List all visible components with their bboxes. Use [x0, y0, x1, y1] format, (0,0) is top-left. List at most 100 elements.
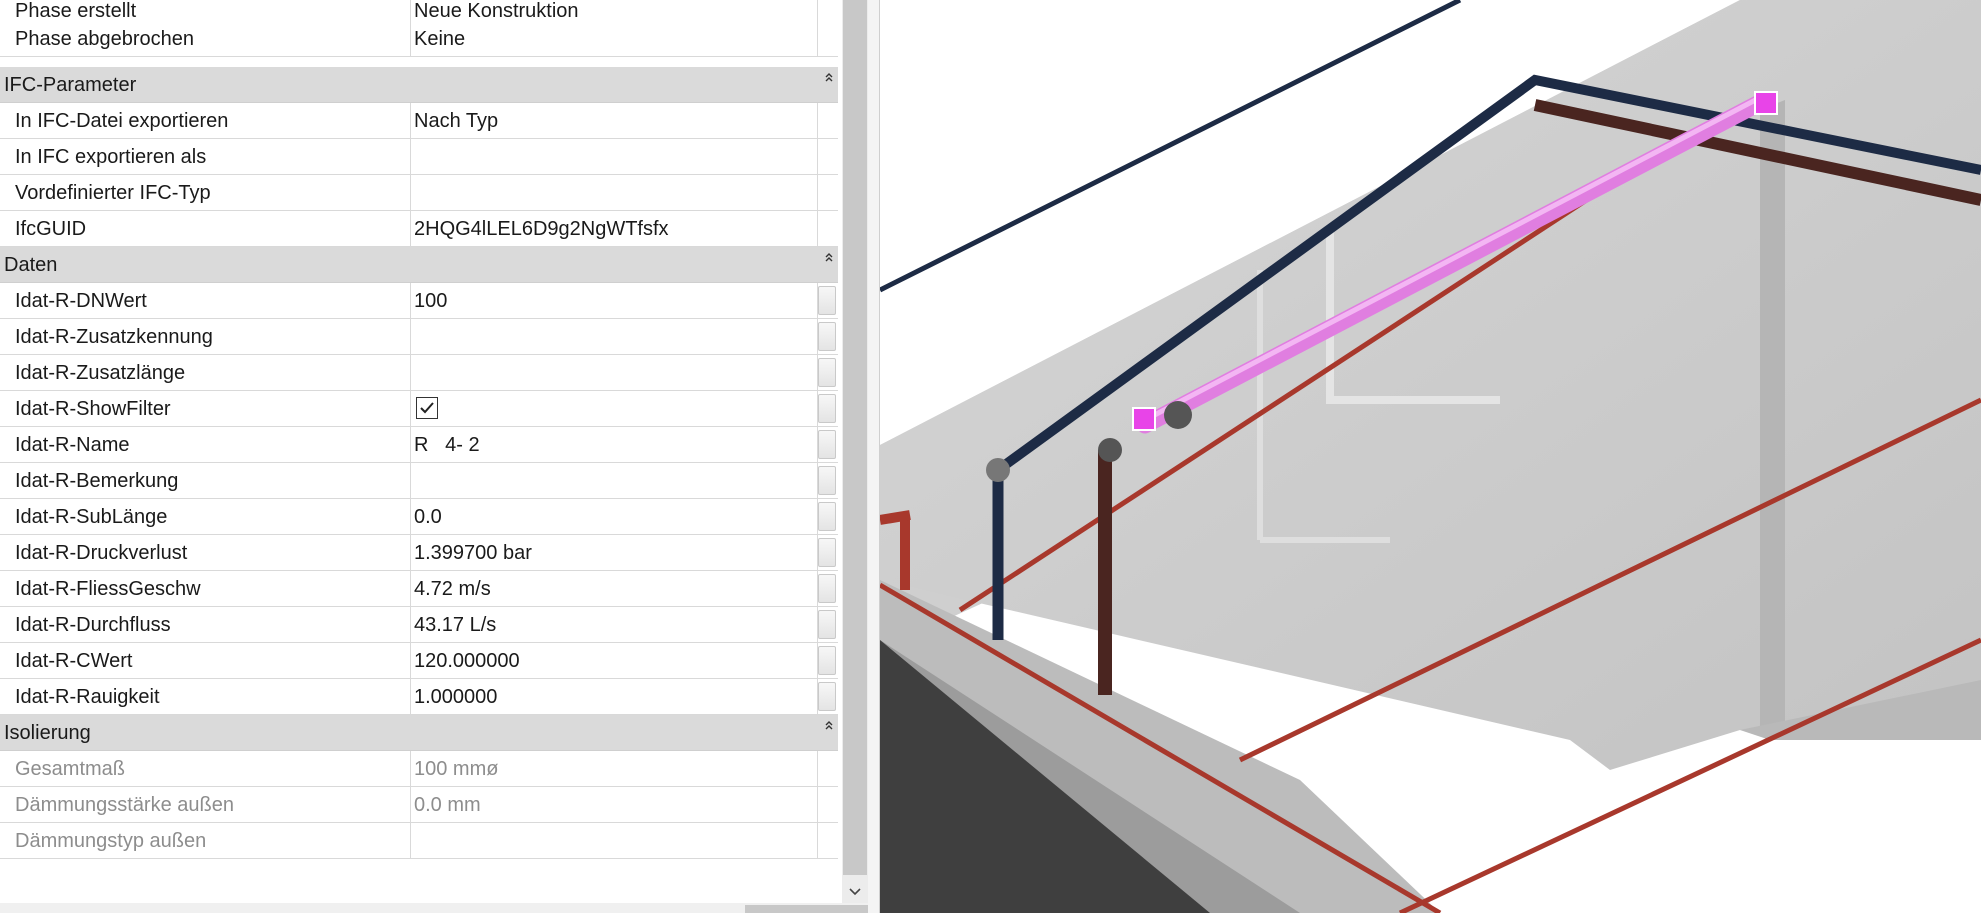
column-divider [410, 499, 411, 535]
property-label: Idat-R-Bemerkung [15, 470, 179, 492]
property-label: In IFC-Datei exportieren [15, 110, 229, 132]
property-label: Idat-R-Durchfluss [15, 614, 171, 636]
property-value[interactable] [414, 355, 814, 391]
property-value[interactable] [414, 175, 814, 211]
property-value[interactable]: 2HQG4lLEL6D9g2NgWTfsfx [414, 211, 814, 247]
column-divider [410, 355, 411, 391]
property-label: Idat-R-DNWert [15, 290, 147, 312]
chevron-down-icon[interactable] [844, 880, 866, 902]
property-label: In IFC exportieren als [15, 146, 207, 168]
property-value[interactable]: 1.399700 bar [414, 535, 814, 571]
cell-divider [817, 823, 818, 859]
cell-divider [817, 21, 818, 57]
3d-viewport[interactable] [880, 0, 1981, 913]
property-value[interactable]: 43.17 L/s [414, 607, 814, 643]
property-row-zusatzlaenge[interactable]: Idat-R-Zusatzlänge [0, 355, 838, 391]
selection-grip[interactable] [1132, 407, 1156, 431]
chevron-up-double-icon[interactable] [822, 71, 836, 85]
column-divider [410, 427, 411, 463]
edit-button[interactable] [818, 646, 836, 675]
property-value: 100 mmø [414, 758, 499, 780]
pipe-fitting [1164, 401, 1192, 429]
group-header-ifc[interactable]: IFC-Parameter [0, 67, 838, 103]
property-row-ifc-export-as[interactable]: In IFC exportieren als [0, 139, 838, 175]
property-row-druckverlust[interactable]: Idat-R-Druckverlust 1.399700 bar [0, 535, 838, 571]
property-row-durchfluss[interactable]: Idat-R-Durchfluss 43.17 L/s [0, 607, 838, 643]
property-label: IfcGUID [15, 218, 87, 240]
column-divider [410, 211, 411, 247]
property-row-dnwert[interactable]: Idat-R-DNWert 100 [0, 283, 838, 319]
property-value[interactable]: 1.000000 [414, 679, 814, 715]
property-value[interactable] [414, 139, 814, 175]
column-divider [410, 643, 411, 679]
column-divider [410, 283, 411, 319]
property-value[interactable]: 0.0 [414, 499, 814, 535]
column-divider [410, 751, 411, 787]
property-label: Idat-R-FliessGeschw [15, 578, 201, 600]
properties-panel: Phase erstellt Neue Konstruktion Phase a… [0, 0, 880, 913]
property-row-fliessgeschw[interactable]: Idat-R-FliessGeschw 4.72 m/s [0, 571, 838, 607]
property-row-ifc-predefined-type[interactable]: Vordefinierter IFC-Typ [0, 175, 838, 211]
group-title: Daten [4, 254, 58, 276]
property-label: Dämmungsstärke außen [15, 794, 234, 816]
panel-splitter[interactable] [868, 0, 880, 913]
edit-button[interactable] [818, 358, 836, 387]
edit-button[interactable] [818, 574, 836, 603]
cell-divider [817, 751, 818, 787]
property-label: Idat-R-SubLänge [15, 506, 168, 528]
property-row-rauigkeit[interactable]: Idat-R-Rauigkeit 1.000000 [0, 679, 838, 715]
edit-button[interactable] [818, 682, 836, 711]
property-row-cwert[interactable]: Idat-R-CWert 120.000000 [0, 643, 838, 679]
property-row-ifc-export[interactable]: In IFC-Datei exportieren Nach Typ [0, 103, 838, 139]
property-row-bemerkung[interactable]: Idat-R-Bemerkung [0, 463, 838, 499]
back-wall [880, 0, 1981, 770]
edit-button[interactable] [818, 538, 836, 567]
chevron-up-double-icon[interactable] [822, 251, 836, 265]
property-row-ifc-guid[interactable]: IfcGUID 2HQG4lLEL6D9g2NgWTfsfx [0, 211, 838, 247]
edit-button[interactable] [818, 502, 836, 531]
property-value[interactable]: 120.000000 [414, 643, 814, 679]
cell-divider [817, 103, 818, 139]
property-value[interactable]: Nach Typ [414, 103, 814, 139]
property-value[interactable]: Keine [414, 21, 814, 57]
property-value[interactable] [414, 463, 814, 499]
horizontal-scrollbar[interactable] [0, 903, 868, 913]
group-header-daten[interactable]: Daten [0, 247, 838, 283]
edit-button[interactable] [818, 466, 836, 495]
column-divider [410, 535, 411, 571]
column-divider [410, 571, 411, 607]
property-label: Gesamtmaß [15, 758, 126, 780]
property-value[interactable] [414, 319, 814, 355]
chevron-up-double-icon[interactable] [822, 719, 836, 733]
property-row-daemmungsstaerke: Dämmungsstärke außen 0.0 mm [0, 787, 838, 823]
selection-grip[interactable] [1754, 91, 1778, 115]
property-row-phase-demolished[interactable]: Phase abgebrochen Keine [0, 21, 838, 57]
property-row-name[interactable]: Idat-R-Name R 4- 2 [0, 427, 838, 463]
property-value[interactable]: 100 [414, 283, 814, 319]
horizontal-scrollbar-thumb[interactable] [745, 905, 868, 913]
edit-button[interactable] [818, 394, 836, 423]
property-row-showfilter[interactable]: Idat-R-ShowFilter [0, 391, 838, 427]
property-label: Idat-R-Zusatzkennung [15, 326, 213, 348]
pipe-fitting [986, 458, 1010, 482]
column-divider [410, 463, 411, 499]
property-row-sublaenge[interactable]: Idat-R-SubLänge 0.0 [0, 499, 838, 535]
scrollbar-thumb[interactable] [843, 0, 867, 875]
property-value[interactable]: 4.72 m/s [414, 571, 814, 607]
pipe-red [880, 510, 911, 525]
property-value[interactable]: R 4- 2 [414, 427, 814, 463]
model-view[interactable] [880, 0, 1981, 913]
showfilter-checkbox[interactable] [416, 397, 438, 419]
edit-button[interactable] [818, 610, 836, 639]
property-label: Phase abgebrochen [15, 28, 195, 50]
edit-button[interactable] [818, 322, 836, 351]
property-label: Idat-R-Rauigkeit [15, 686, 160, 708]
property-value: 0.0 mm [414, 794, 481, 816]
edit-button[interactable] [818, 286, 836, 315]
column-divider [410, 139, 411, 175]
edit-button[interactable] [818, 430, 836, 459]
group-header-isolierung[interactable]: Isolierung [0, 715, 838, 751]
property-label: Idat-R-CWert [15, 650, 133, 672]
property-row-zusatzkennung[interactable]: Idat-R-Zusatzkennung [0, 319, 838, 355]
cell-divider [817, 211, 818, 247]
